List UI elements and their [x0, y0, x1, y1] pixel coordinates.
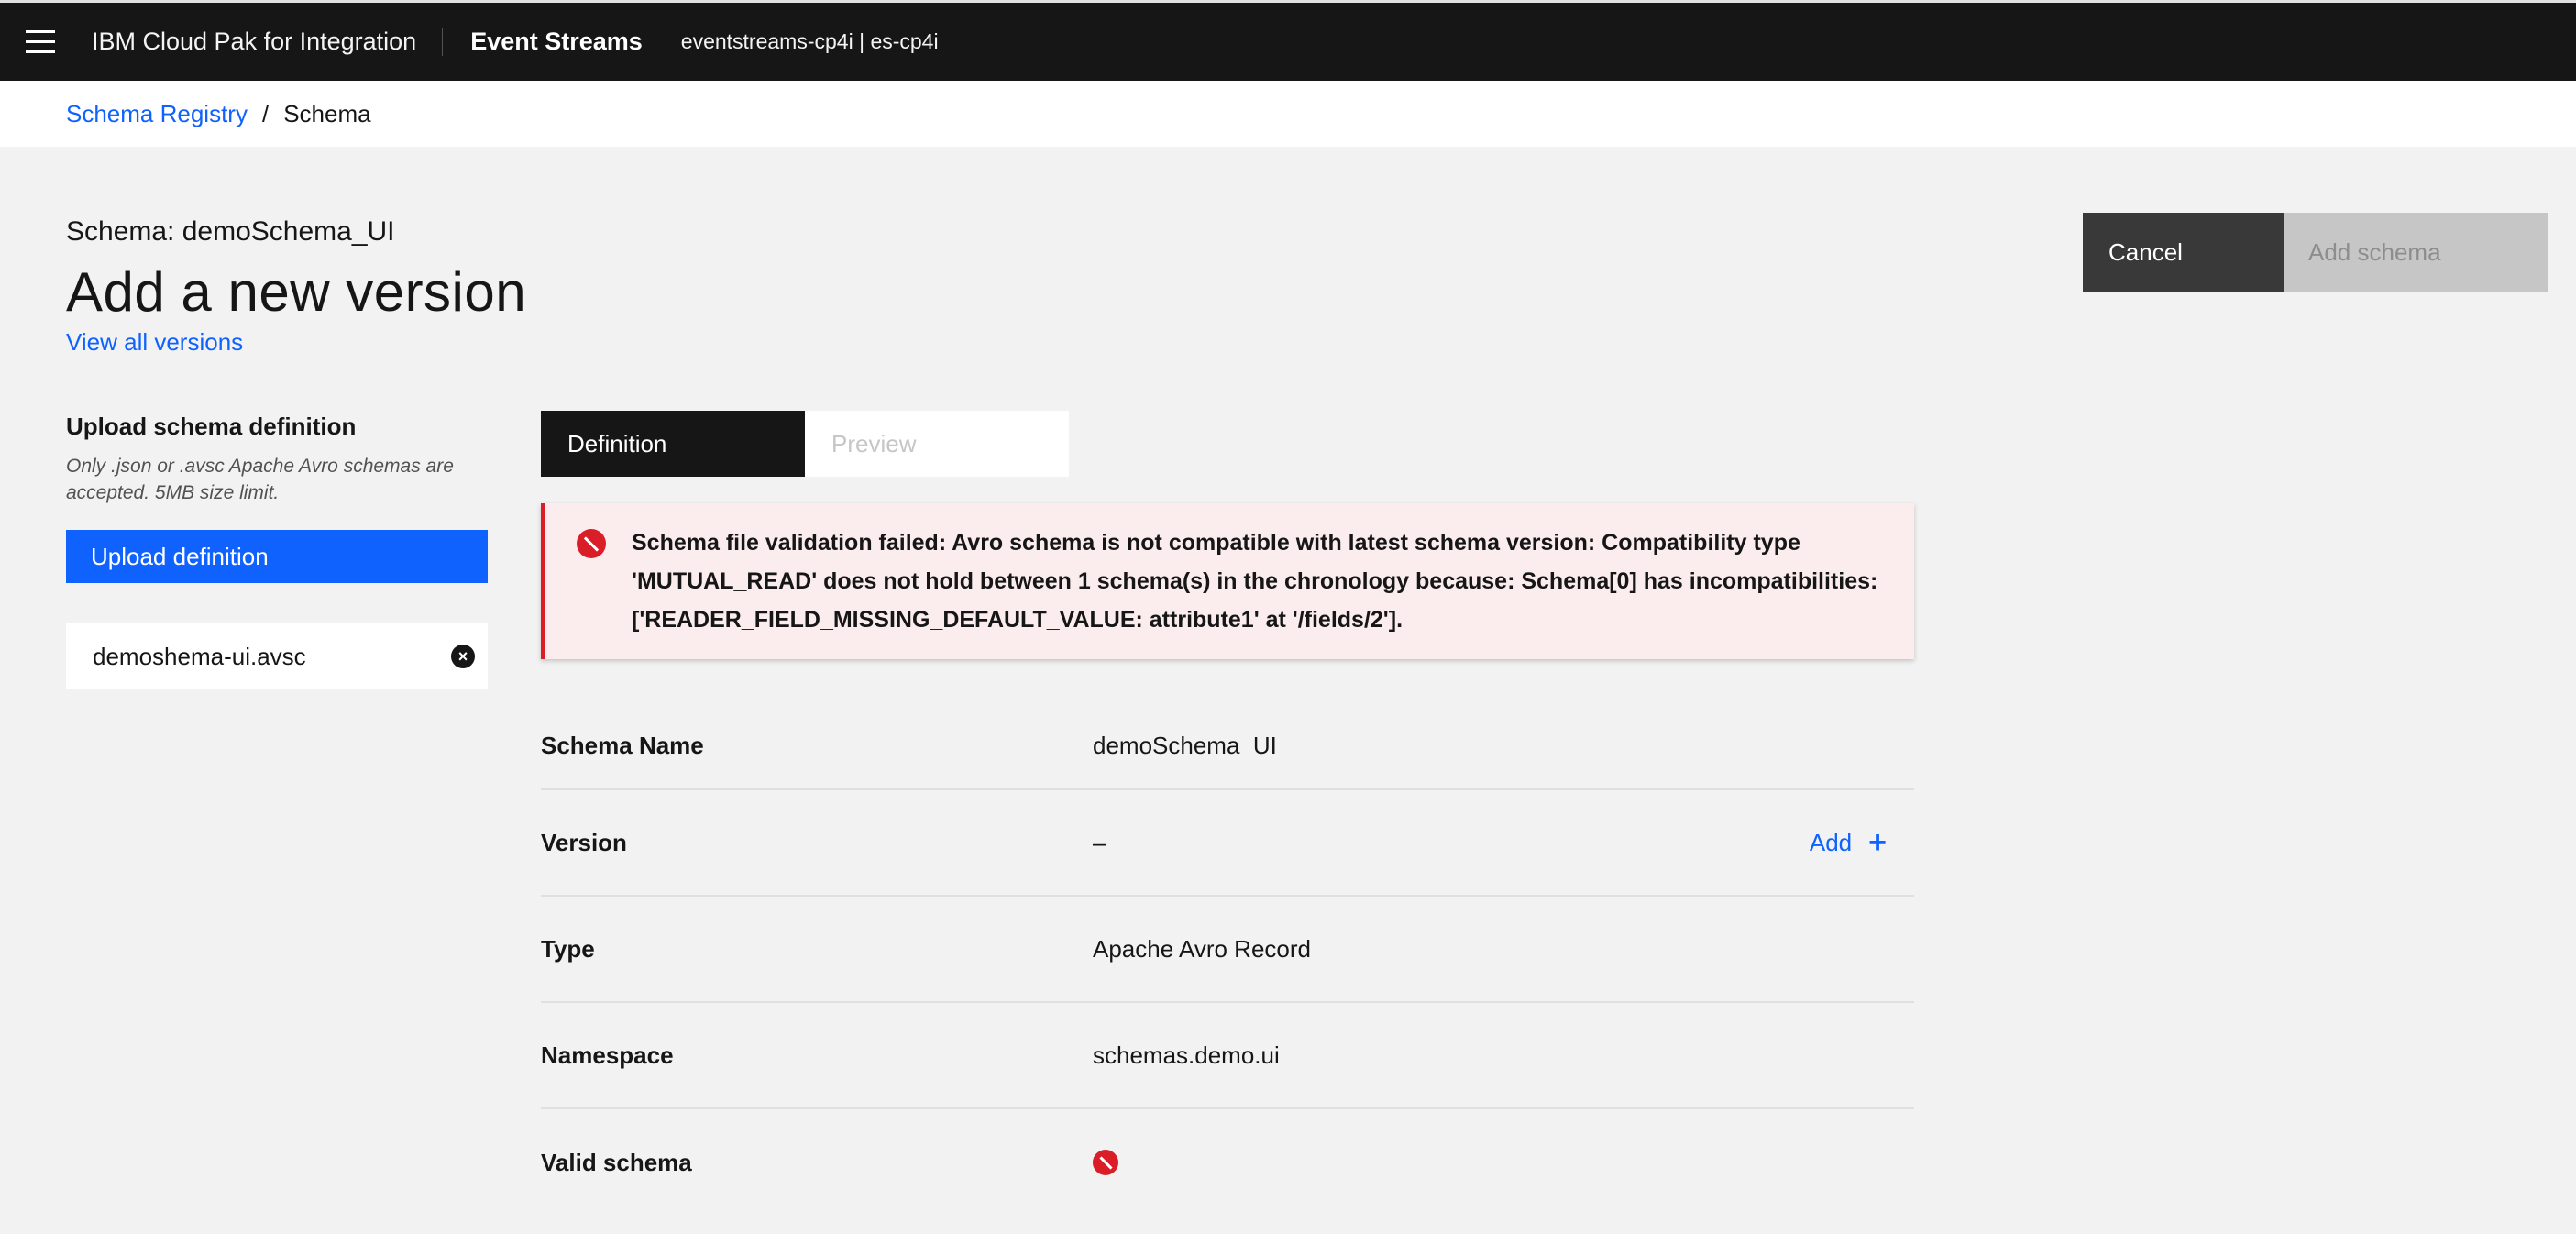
breadcrumb-current: Schema: [283, 99, 371, 127]
error-icon: [577, 529, 606, 558]
add-schema-button[interactable]: Add schema: [2284, 213, 2548, 292]
product-name[interactable]: Event Streams: [443, 28, 681, 56]
breadcrumb-separator: /: [261, 99, 270, 127]
schema-label: Schema: demoSchema_UI: [66, 216, 395, 247]
invalid-icon: [1093, 1150, 1118, 1175]
top-header: IBM Cloud Pak for Integration Event Stre…: [0, 0, 2576, 81]
close-icon[interactable]: ×: [451, 645, 475, 668]
detail-row-type: Type Apache Avro Record: [541, 897, 1914, 1003]
add-label: Add: [1809, 828, 1853, 856]
detail-row-version: Version – Add +: [541, 790, 1914, 897]
page-title: Add a new version: [66, 261, 527, 323]
cancel-button[interactable]: Cancel: [2083, 213, 2284, 292]
schema-details: Schema Name demoSchema UI Version – Add …: [541, 702, 1914, 1216]
platform-name[interactable]: IBM Cloud Pak for Integration: [81, 28, 442, 56]
uploaded-file: demoshema-ui.avsc ×: [66, 623, 488, 689]
view-all-versions-link[interactable]: View all versions: [66, 328, 243, 357]
detail-value: schemas.demo.ui: [1093, 1041, 1280, 1069]
hamburger-menu-icon[interactable]: [0, 3, 81, 81]
detail-label: Schema Name: [541, 731, 704, 759]
detail-label: Valid schema: [541, 1148, 692, 1176]
detail-value: Apache Avro Record: [1093, 934, 1311, 963]
breadcrumb-schema-registry[interactable]: Schema Registry: [66, 100, 248, 128]
detail-row-valid-schema: Valid schema: [541, 1109, 1914, 1216]
detail-value: –: [1093, 828, 1106, 856]
detail-row-namespace: Namespace schemas.demo.ui: [541, 1003, 1914, 1109]
error-notification: Schema file validation failed: Avro sche…: [541, 503, 1914, 659]
error-message: Schema file validation failed: Avro sche…: [632, 530, 1878, 633]
breadcrumb: Schema Registry / Schema: [0, 81, 2576, 147]
content-tabs: Definition Preview: [541, 411, 1069, 477]
upload-definition-button[interactable]: Upload definition: [66, 530, 488, 583]
add-version-link[interactable]: Add +: [1810, 827, 1887, 858]
file-name: demoshema-ui.avsc: [93, 642, 306, 670]
detail-value: demoSchema UI: [1093, 731, 1277, 759]
detail-label: Type: [541, 934, 595, 963]
detail-label: Namespace: [541, 1041, 674, 1069]
upload-title: Upload schema definition: [66, 413, 357, 440]
detail-row-schema-name: Schema Name demoSchema UI: [541, 702, 1914, 790]
tab-preview[interactable]: Preview: [805, 411, 1069, 477]
tab-definition[interactable]: Definition: [541, 411, 805, 477]
detail-value: [1093, 1150, 1118, 1175]
detail-label: Version: [541, 828, 627, 856]
upload-help-text: Only .json or .avsc Apache Avro schemas …: [66, 456, 454, 503]
plus-icon: +: [1868, 825, 1887, 860]
instance-name: eventstreams-cp4i | es-cp4i: [680, 29, 939, 53]
